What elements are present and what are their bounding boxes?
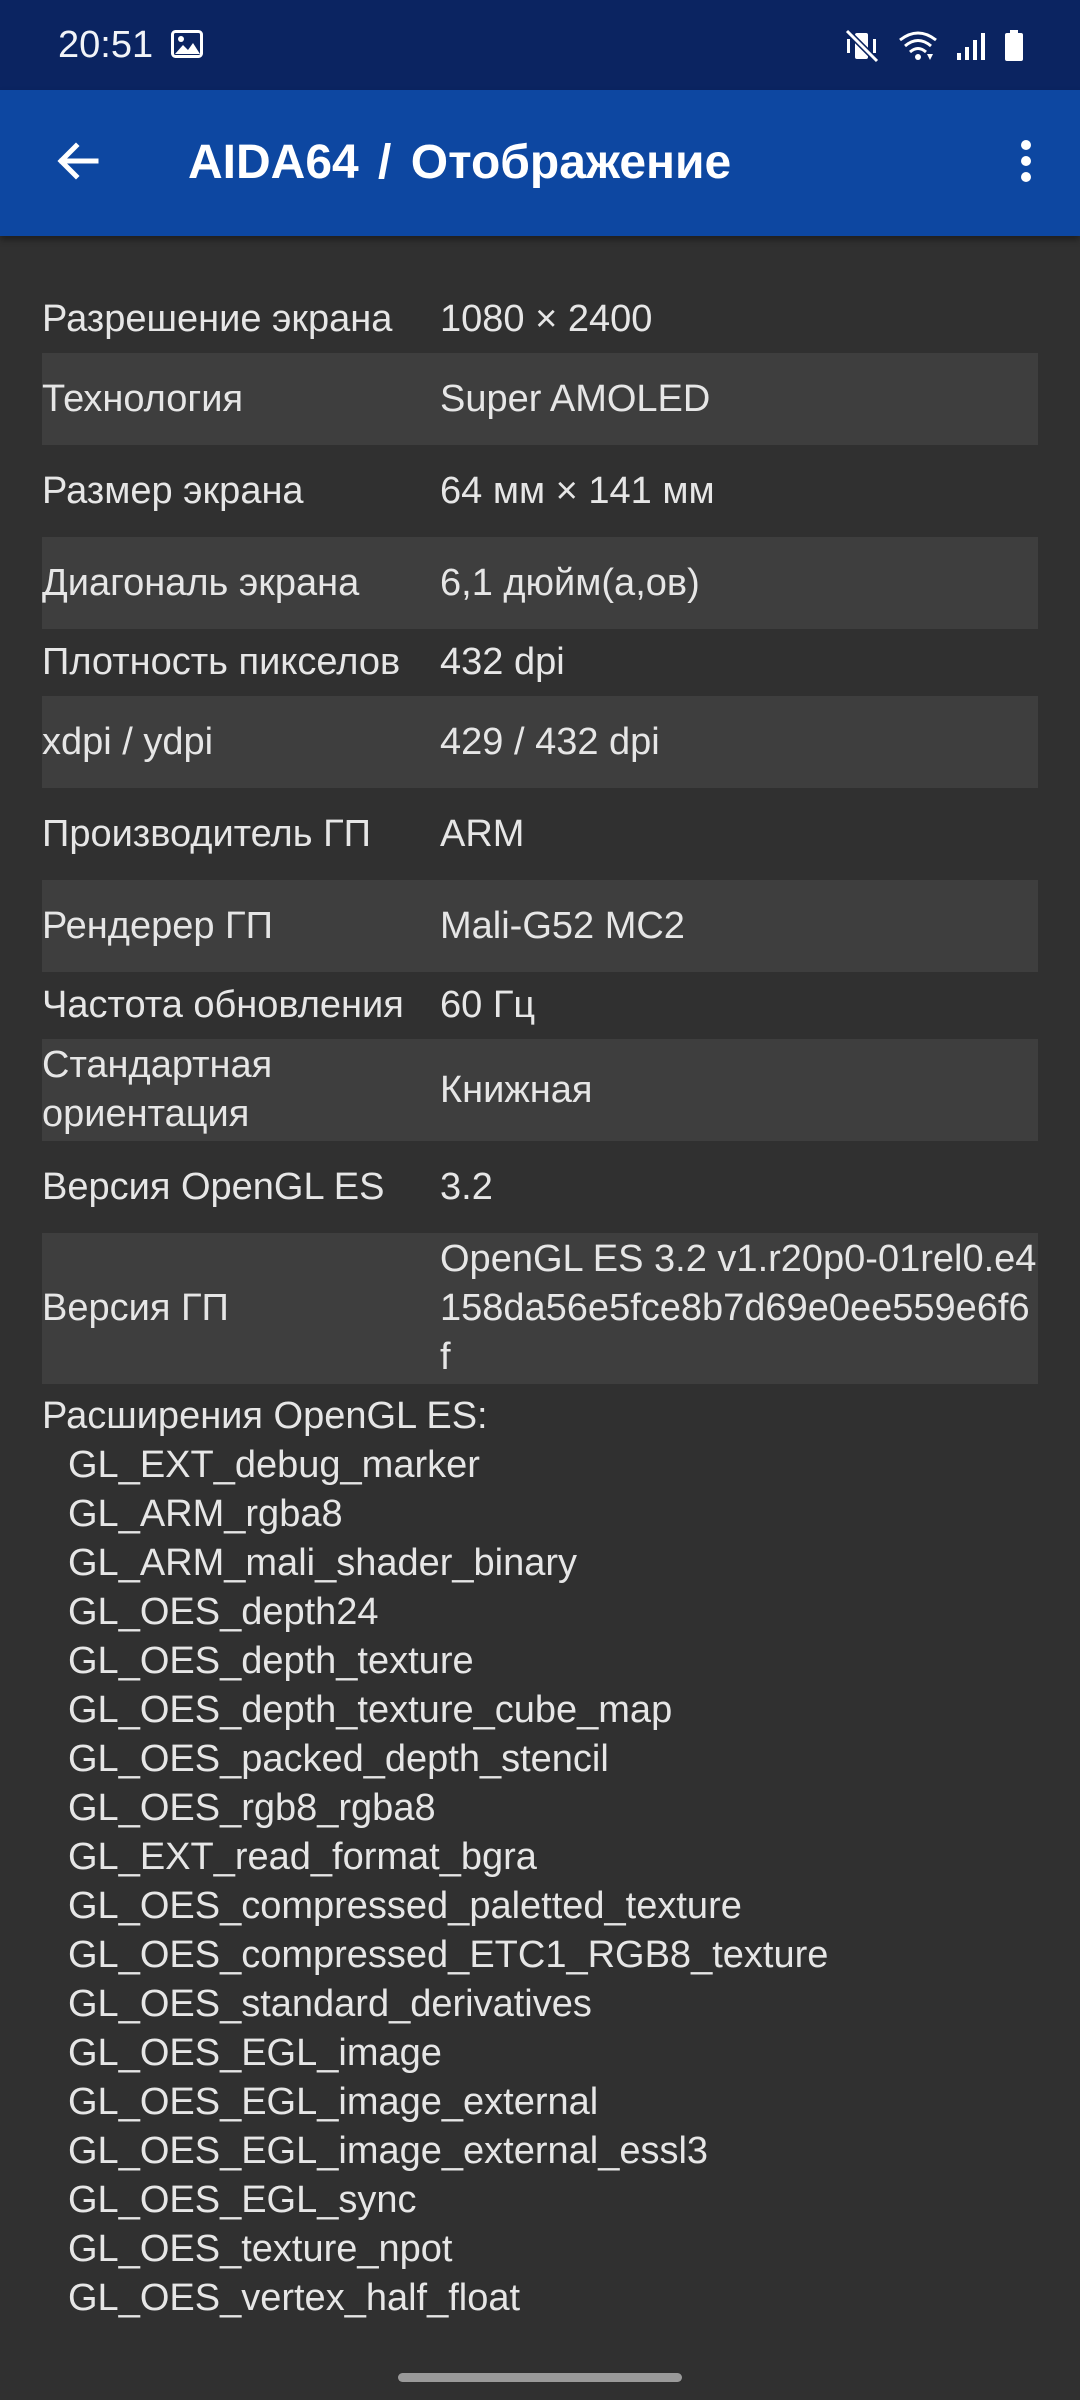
info-label: Разрешение экрана xyxy=(42,298,393,340)
info-value: 60 Гц xyxy=(440,984,536,1026)
extension-item: GL_OES_rgb8_rgba8 xyxy=(68,1787,436,1829)
info-label: Технология xyxy=(42,377,244,420)
info-value: Книжная xyxy=(440,1068,593,1111)
info-row-resolution: Разрешение экрана 1080 × 2400 xyxy=(42,286,1038,353)
status-time: 20:51 xyxy=(58,24,154,66)
extension-item: GL_OES_EGL_image_external_essl3 xyxy=(68,2130,709,2172)
image-icon xyxy=(171,30,203,58)
page-title: AIDA64 / Отображение xyxy=(188,136,732,189)
info-value: 432 dpi xyxy=(440,641,565,683)
info-label: xdpi / ydpi xyxy=(42,720,214,763)
status-icons xyxy=(844,26,1024,66)
more-vert-icon xyxy=(1020,139,1032,188)
info-value: Mali-G52 MC2 xyxy=(440,904,685,947)
info-label: Рендерер ГП xyxy=(42,904,273,947)
info-label: Частота обновления xyxy=(42,984,404,1026)
extensions-title: Расширения OpenGL ES: xyxy=(42,1395,488,1437)
display-info-list: Разрешение экрана 1080 × 2400 Технология… xyxy=(42,286,1038,2323)
info-label: Размер экрана xyxy=(42,469,304,512)
extension-item: GL_ARM_rgba8 xyxy=(68,1493,343,1535)
info-row-screen-size: Размер экрана 64 мм × 141 мм xyxy=(42,445,1038,537)
info-row-orientation: Стандартная ориентация Книжная xyxy=(42,1039,1038,1141)
info-label: Диагональ экрана xyxy=(42,561,360,604)
extension-item: GL_EXT_debug_marker xyxy=(68,1444,480,1486)
info-value: Super AMOLED xyxy=(440,377,711,420)
wifi-icon xyxy=(898,30,938,62)
extension-item: GL_OES_compressed_paletted_texture xyxy=(68,1885,742,1927)
extension-item: GL_OES_vertex_half_float xyxy=(68,2277,521,2319)
info-value: 6,1 дюйм(а,ов) xyxy=(440,561,700,604)
extension-item: GL_OES_packed_depth_stencil xyxy=(68,1738,609,1780)
info-label: Версия ГП xyxy=(42,1287,229,1329)
info-label: Версия OpenGL ES xyxy=(42,1165,385,1208)
extension-item: GL_OES_EGL_image_external xyxy=(68,2081,599,2123)
extension-item: GL_OES_depth_texture_cube_map xyxy=(68,1689,673,1731)
info-value: 429 / 432 dpi xyxy=(440,720,660,763)
extension-item: GL_OES_compressed_ETC1_RGB8_texture xyxy=(68,1934,829,1976)
info-value: ARM xyxy=(440,812,525,855)
info-row-technology: Технология Super AMOLED xyxy=(42,353,1038,445)
navigation-handle[interactable] xyxy=(398,2373,682,2382)
info-row-xdpi-ydpi: xdpi / ydpi 429 / 432 dpi xyxy=(42,696,1038,788)
more-options-button[interactable] xyxy=(986,123,1066,203)
extension-item: GL_OES_EGL_image xyxy=(68,2032,442,2074)
app-bar: AIDA64 / Отображение xyxy=(0,90,1080,236)
extension-item: GL_OES_depth24 xyxy=(68,1591,379,1633)
info-row-diagonal: Диагональ экрана 6,1 дюйм(а,ов) xyxy=(42,537,1038,629)
extension-item: GL_OES_EGL_sync xyxy=(68,2179,417,2221)
extension-item: GL_OES_standard_derivatives xyxy=(68,1983,592,2025)
extension-item: GL_ARM_mali_shader_binary xyxy=(68,1542,578,1584)
info-value: 1080 × 2400 xyxy=(440,298,653,340)
info-row-gpu-version: Версия ГП OpenGL ES 3.2 v1.r20p0-01rel0.… xyxy=(42,1233,1038,1384)
info-value: 64 мм × 141 мм xyxy=(440,469,715,512)
info-label: Стандартная ориентация xyxy=(42,1044,273,1135)
info-value: 3.2 xyxy=(440,1165,493,1208)
info-row-gpu-vendor: Производитель ГП ARM xyxy=(42,788,1038,880)
status-bar: 20:51 xyxy=(0,0,1080,90)
mute-vibrate-icon xyxy=(844,29,880,63)
info-value: OpenGL ES 3.2 v1.r20p0-01rel0.e4158da56e… xyxy=(440,1238,1037,1378)
arrow-back-icon xyxy=(54,137,102,190)
info-row-refresh-rate: Частота обновления 60 Гц xyxy=(42,972,1038,1039)
info-row-opengl-version: Версия OpenGL ES 3.2 xyxy=(42,1141,1038,1233)
info-row-pixel-density: Плотность пикселов 432 dpi xyxy=(42,629,1038,696)
signal-icon xyxy=(956,31,986,61)
extensions-list: GL_EXT_debug_marker GL_ARM_rgba8 GL_ARM_… xyxy=(42,1441,1038,2323)
battery-icon xyxy=(1004,30,1024,62)
extension-item: GL_OES_texture_npot xyxy=(68,2228,453,2270)
extension-item: GL_OES_depth_texture xyxy=(68,1640,474,1682)
extension-item: GL_EXT_read_format_bgra xyxy=(68,1836,537,1878)
back-button[interactable] xyxy=(38,123,118,203)
info-row-gpu-renderer: Рендерер ГП Mali-G52 MC2 xyxy=(42,880,1038,972)
info-label: Производитель ГП xyxy=(42,812,371,855)
info-label: Плотность пикселов xyxy=(42,641,401,683)
